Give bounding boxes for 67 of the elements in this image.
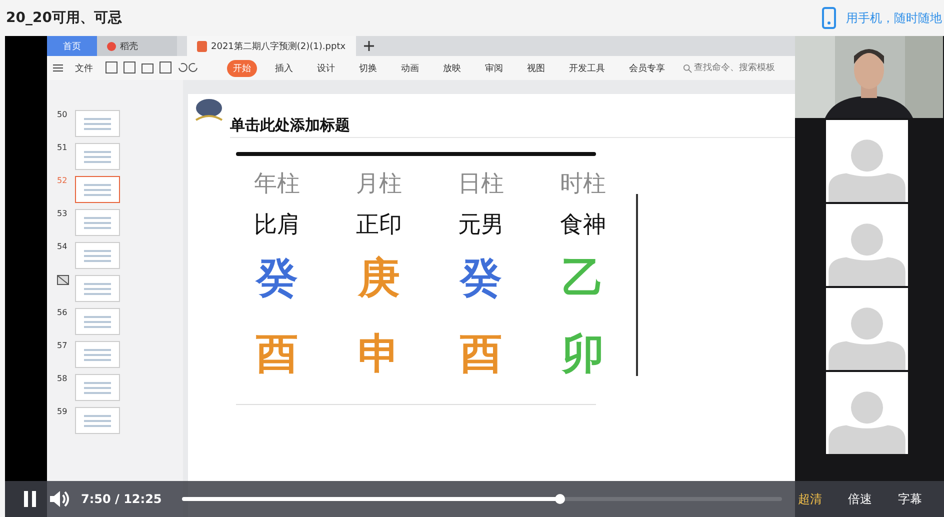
ribbon-tab[interactable]: 插入	[269, 60, 299, 76]
slide-thumbnail[interactable]	[75, 308, 120, 335]
progress-track[interactable]	[182, 497, 782, 501]
stem-character: 庚	[358, 252, 400, 304]
slide-number: 54	[57, 242, 68, 251]
pillar-header: 年柱	[254, 170, 300, 199]
slide-thumbnail[interactable]	[75, 374, 120, 401]
pillar-header: 月柱	[356, 170, 402, 199]
avatar-icon	[827, 222, 907, 286]
slide-number: 57	[57, 341, 68, 350]
file-menu[interactable]: 文件	[75, 62, 93, 74]
file-icon	[197, 40, 207, 52]
app-tab[interactable]: 稻壳	[97, 36, 177, 56]
slide-thumbnail[interactable]	[75, 242, 120, 269]
pause-button[interactable]	[23, 491, 37, 507]
pillar-role: 元男	[458, 211, 504, 240]
app-tab[interactable]: 2021第二期八字预测(2)(1).pptx	[187, 36, 356, 56]
slide-number: 58	[57, 374, 68, 383]
slide-number: 59	[57, 407, 68, 416]
slide-title[interactable]: 单击此处添加标题	[230, 94, 795, 138]
slide-thumbnail[interactable]	[75, 341, 120, 368]
pillar-role: 食神	[560, 211, 606, 240]
slide-number: 51	[57, 143, 68, 152]
docer-icon	[107, 42, 116, 50]
ribbon-tab[interactable]: 设计	[311, 60, 341, 76]
app-tab[interactable]: 首页	[47, 36, 97, 56]
branch-character: 酉	[256, 328, 298, 380]
menu-icon[interactable]	[53, 64, 63, 72]
ribbon-tab[interactable]: 审阅	[479, 60, 509, 76]
quality-button[interactable]: 超清	[798, 490, 822, 508]
pillar-role: 正印	[356, 211, 402, 240]
speed-button[interactable]: 倍速	[848, 490, 872, 508]
slide-thumbnail[interactable]	[75, 110, 120, 137]
subtitles-button[interactable]: 字幕	[898, 490, 922, 508]
stem-character: 癸	[460, 252, 502, 304]
pillar-role: 比肩	[254, 211, 300, 240]
slide-number: 50	[57, 110, 68, 119]
branch-character: 酉	[460, 328, 502, 380]
slide-thumbnail[interactable]	[75, 143, 120, 170]
ribbon-tab[interactable]: 放映	[437, 60, 467, 76]
slide-thumbnail[interactable]	[75, 209, 120, 236]
avatar-icon	[827, 138, 907, 202]
phone-icon	[822, 7, 836, 29]
branch-character: 申	[358, 328, 400, 380]
slide-number: 53	[57, 209, 68, 218]
ribbon-tab[interactable]: 开发工具	[563, 60, 611, 76]
volume-icon[interactable]	[49, 490, 69, 508]
stem-character: 乙	[562, 252, 604, 304]
ribbon-tab[interactable]: 切换	[353, 60, 383, 76]
ribbon-tab[interactable]: 会员专享	[623, 60, 671, 76]
ribbon-tab[interactable]: 视图	[521, 60, 551, 76]
search-icon	[683, 64, 692, 72]
slide-number: 52	[57, 176, 68, 185]
pillar-header: 日柱	[458, 170, 504, 199]
stem-character: 癸	[256, 252, 298, 304]
ribbon-tab[interactable]: 动画	[395, 60, 425, 76]
slide-thumbnail[interactable]	[75, 407, 120, 434]
pillar-header: 时柱	[560, 170, 606, 199]
page-title: 20_20可用、可忌	[6, 9, 122, 27]
hidden-slide-icon	[57, 275, 69, 285]
branch-character: 卯	[562, 328, 604, 380]
slide-number: 56	[57, 308, 68, 317]
time-display: 7:50 / 12:25	[81, 492, 162, 506]
slide-thumbnail[interactable]	[75, 176, 120, 203]
slide-thumbnail[interactable]	[75, 275, 120, 302]
avatar-icon	[827, 390, 907, 454]
avatar-icon	[827, 306, 907, 370]
